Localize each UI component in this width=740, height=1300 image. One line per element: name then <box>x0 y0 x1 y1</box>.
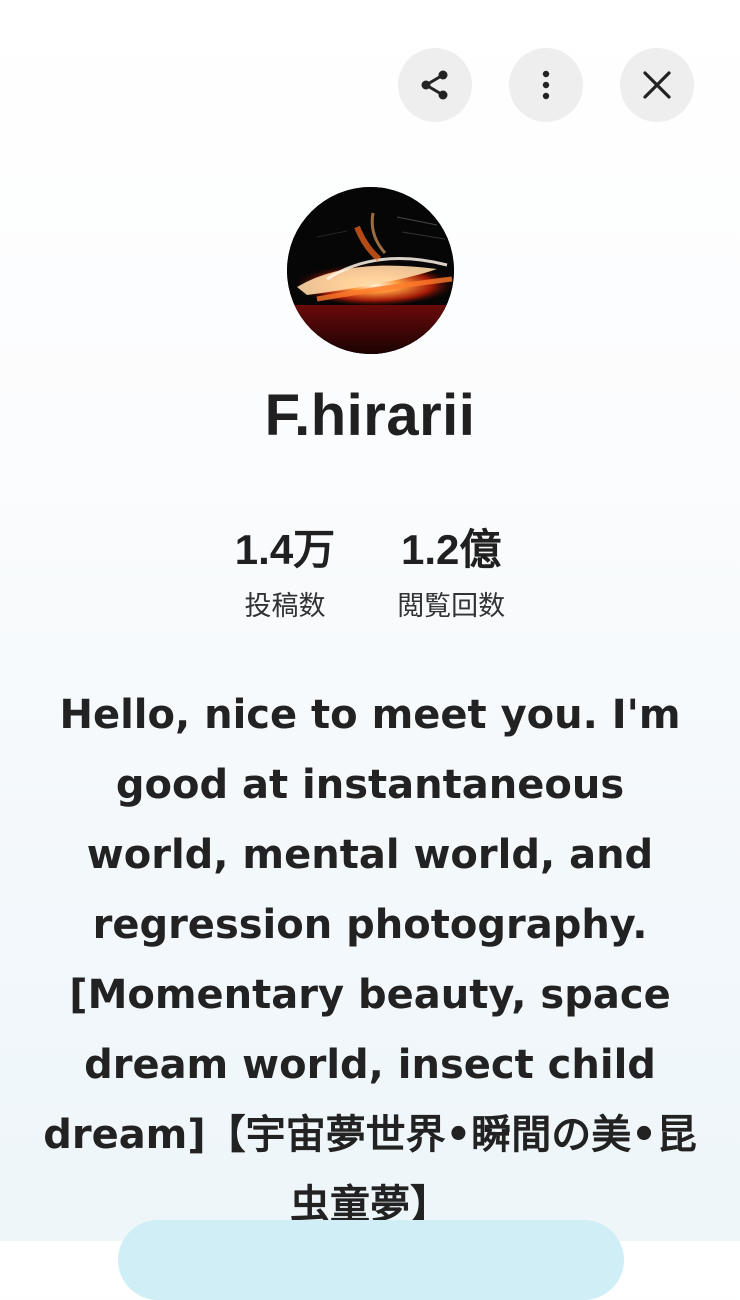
stat-posts-label: 投稿数 <box>244 591 326 622</box>
more-vert-icon <box>542 70 550 100</box>
stat-posts-value: 1.4万 <box>234 526 336 573</box>
share-button[interactable] <box>398 48 472 122</box>
stat-posts: 1.4万 投稿数 <box>235 524 335 623</box>
share-icon <box>421 70 448 100</box>
light-streak-avatar <box>287 187 454 354</box>
avatar[interactable] <box>287 187 454 354</box>
stat-views: 1.2億 閲覧回数 <box>397 524 505 623</box>
profile-bio: Hello, nice to meet you. I'm good at ins… <box>43 692 697 1228</box>
profile-username: F.hirarii <box>264 383 476 448</box>
close-button[interactable] <box>620 48 694 122</box>
follow-button[interactable] <box>118 1220 624 1300</box>
more-options-button[interactable] <box>509 48 583 122</box>
header-actions <box>398 48 694 122</box>
profile-stats: 1.4万 投稿数 1.2億 閲覧回数 <box>0 524 740 623</box>
stat-views-value: 1.2億 <box>400 526 502 573</box>
close-icon <box>643 71 671 99</box>
stat-views-label: 閲覧回数 <box>397 591 506 622</box>
